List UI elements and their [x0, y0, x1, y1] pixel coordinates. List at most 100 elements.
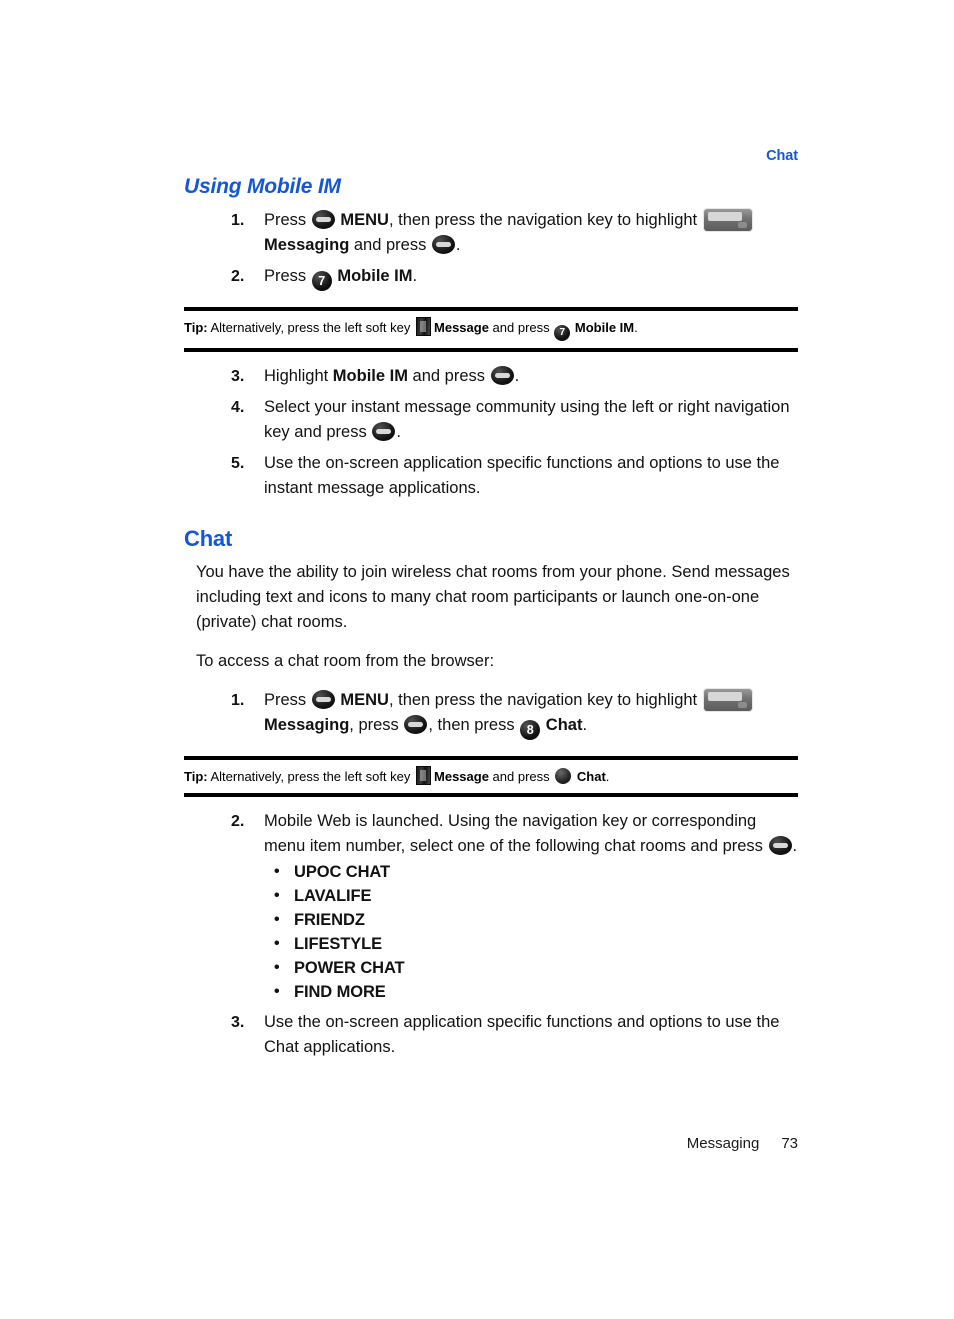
bullet-icon: • — [274, 983, 280, 1001]
step-text-period: . — [582, 716, 588, 735]
step-text-fragment: Press — [264, 211, 311, 230]
step-text-bold: Mobile IM — [332, 367, 408, 386]
left-soft-key-icon — [416, 317, 432, 337]
step-item: 3. Use the on-screen application specific… — [184, 1010, 798, 1060]
left-soft-key-icon — [416, 766, 432, 786]
tip-softkey-label: Message — [434, 769, 489, 785]
step-text-period: . — [396, 423, 401, 442]
steps-list-mobile-im-continued: 3. Highlight Mobile IM and press . 4. Sele… — [184, 364, 798, 501]
step-item: 1. Press MENU, then press the navigation … — [184, 208, 798, 258]
step-text-fragment: , then press — [428, 716, 520, 735]
messaging-envelope-icon — [703, 209, 752, 232]
step-text-bold-menu: MENU — [335, 691, 389, 710]
step-text-period: . — [792, 837, 798, 856]
key-7-icon: 7 — [554, 325, 571, 342]
step-item: 2. Mobile Web is launched. Using the navi… — [184, 809, 798, 1004]
step-number: 2. — [231, 813, 245, 831]
tip-label: Tip: — [184, 320, 208, 336]
footer-page-number: 73 — [781, 1135, 798, 1152]
step-text-fragment: Press — [264, 267, 311, 286]
step-number: 4. — [231, 399, 245, 417]
step-text-fragment: Mobile Web is launched. Using the naviga… — [264, 812, 768, 856]
step-text-fragment: Use the on-screen application specific f… — [264, 454, 780, 498]
ok-key-icon — [311, 690, 335, 710]
list-item: • LIFESTYLE — [264, 932, 798, 956]
ok-key-icon — [372, 422, 396, 442]
list-item: • FRIENDZ — [264, 908, 798, 932]
page-content: Using Mobile IM 1. Press MENU, then press… — [184, 175, 798, 1066]
step-item: 3. Highlight Mobile IM and press . — [184, 364, 798, 389]
step-text-fragment: Select your instant message community us… — [264, 398, 790, 442]
step-text-period: . — [455, 236, 461, 255]
key-8-icon: 8 — [520, 720, 541, 741]
step-number: 1. — [231, 692, 245, 710]
step-text-bold-menu: MENU — [335, 211, 389, 230]
running-header: Chat — [766, 148, 798, 164]
step-item: 1. Press MENU, then press the navigation … — [184, 688, 798, 741]
tip-label: Tip: — [184, 769, 208, 785]
list-item: • UPOC CHAT — [264, 860, 798, 884]
step-number: 3. — [231, 1014, 245, 1032]
step-number: 5. — [231, 455, 245, 473]
chat-rooms-list: • UPOC CHAT • LAVALIFE • FRIENDZ • LIFESTYLE… — [264, 860, 798, 1004]
tip-box-mobile-im: Tip: Alternatively, press the left soft … — [184, 307, 798, 353]
chat-room-label: UPOC CHAT — [294, 863, 390, 882]
bullet-icon: • — [274, 887, 280, 905]
step-text-fragment: , then press the navigation key to highl… — [388, 211, 702, 230]
ok-key-icon — [490, 366, 514, 386]
step-text-fragment: Highlight — [264, 367, 333, 386]
ok-key-icon — [431, 235, 455, 255]
step-item: 4. Select your instant message community … — [184, 395, 798, 445]
bullet-icon: • — [274, 911, 280, 929]
step-item: 2. Press 7 Mobile IM. — [184, 264, 798, 292]
steps-list-chat: 1. Press MENU, then press the navigation … — [184, 688, 798, 741]
tip-period: . — [605, 769, 610, 785]
step-text-bold-messaging: Messaging — [264, 716, 350, 735]
step-text-fragment: and press — [349, 236, 431, 255]
list-item: • POWER CHAT — [264, 956, 798, 980]
key-7-icon: 7 — [311, 271, 332, 292]
chat-room-label: LIFESTYLE — [294, 935, 383, 954]
tip-target-label: Mobile IM — [574, 320, 635, 336]
tip-text-fragment: and press — [488, 320, 554, 336]
chat-room-label: FRIENDZ — [294, 911, 365, 930]
step-text-period: . — [412, 267, 418, 286]
messaging-envelope-icon — [703, 689, 752, 712]
chat-room-label: FIND MORE — [294, 983, 386, 1002]
step-number: 1. — [231, 212, 245, 230]
bullet-icon: • — [274, 863, 280, 881]
step-text-bold-messaging: Messaging — [264, 236, 350, 255]
section-heading-chat: Chat — [184, 526, 233, 552]
tip-text-fragment: and press — [488, 769, 554, 785]
tip-period: . — [634, 320, 638, 336]
ok-key-icon — [404, 715, 428, 735]
tip-text-fragment: Alternatively, press the left soft key — [207, 769, 415, 785]
chat-room-label: LAVALIFE — [294, 887, 372, 906]
list-item: • LAVALIFE — [264, 884, 798, 908]
section-heading-using-mobile-im: Using Mobile IM — [184, 175, 341, 198]
step-text-fragment: Use the on-screen application specific f… — [264, 1013, 780, 1057]
step-text-bold-chat: Chat — [541, 716, 583, 735]
chat-intro-paragraph: You have the ability to join wireless ch… — [196, 563, 790, 632]
ok-key-icon — [768, 836, 792, 856]
steps-list-mobile-im: 1. Press MENU, then press the navigation … — [184, 208, 798, 292]
tip-softkey-label: Message — [434, 320, 489, 336]
bullet-icon: • — [274, 935, 280, 953]
tip-target-label: Chat — [576, 769, 606, 785]
footer-chapter: Messaging — [686, 1135, 760, 1152]
tip-box-chat: Tip: Alternatively, press the left soft … — [184, 756, 798, 798]
ok-key-icon — [311, 210, 335, 230]
step-number: 2. — [231, 268, 245, 286]
chat-access-paragraph: To access a chat room from the browser: — [196, 652, 495, 671]
steps-list-chat-continued: 2. Mobile Web is launched. Using the navi… — [184, 809, 798, 1060]
step-text-fragment: , press — [349, 716, 404, 735]
step-item: 5. Use the on-screen application specific… — [184, 451, 798, 501]
bullet-icon: • — [274, 959, 280, 977]
manual-page: Chat Using Mobile IM 1. Press MENU, then … — [0, 0, 954, 1319]
step-text-fragment: , then press the navigation key to highl… — [388, 691, 702, 710]
step-text-fragment: and press — [407, 367, 490, 386]
tip-text-fragment: Alternatively, press the left soft key — [207, 320, 415, 336]
step-text-fragment: Press — [264, 691, 311, 710]
step-text-bold-mobile-im: Mobile IM — [332, 267, 413, 286]
